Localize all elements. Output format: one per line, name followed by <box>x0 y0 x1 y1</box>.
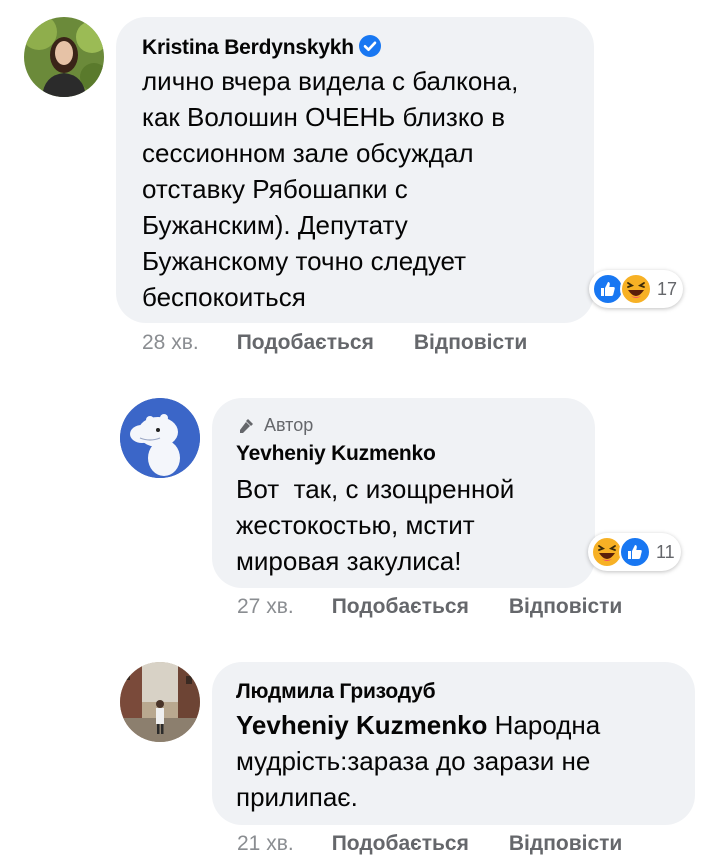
comment-meta: 28 хв. Подобається Відповісти <box>142 331 527 355</box>
avatar-kristina[interactable] <box>24 17 104 97</box>
comment-text-line: мудрість:зараза до зарази не <box>236 746 591 776</box>
author-badge-label: Автор <box>264 415 314 435</box>
comment-text: Yevheniy Kuzmenko Народна мудрість:зараз… <box>236 707 686 815</box>
like-button[interactable]: Подобається <box>332 832 469 856</box>
comment-text-line: жестокостью, мстит <box>236 510 475 540</box>
reaction-summary[interactable]: 17 <box>589 270 684 308</box>
comment-text-line: сессионном зале обсуждал <box>142 138 474 168</box>
comment-text: Вот так, с изощренной жестокостью, мстит… <box>236 471 586 579</box>
avatar-moomin-image <box>120 398 200 478</box>
comment-text-line: отставку Рябошапки с <box>142 174 408 204</box>
like-button[interactable]: Подобається <box>332 595 469 619</box>
mention-link[interactable]: Yevheniy Kuzmenko <box>236 710 487 740</box>
comment-text-line: Вот так, с изощренной <box>236 474 515 504</box>
avatar-yevheniy[interactable] <box>120 398 200 478</box>
verified-badge-icon <box>358 35 381 57</box>
comment-meta: 21 хв. Подобається Відповісти <box>237 832 622 856</box>
avatar-photo <box>120 662 200 742</box>
comment-text-line: беспокоиться <box>142 282 306 312</box>
reply-button[interactable]: Відповісти <box>509 832 622 856</box>
comment-text-fragment: Народна <box>487 710 601 740</box>
comment-time[interactable]: 27 хв. <box>237 595 294 619</box>
comment-author[interactable]: Kristina Berdynskykh <box>142 36 354 59</box>
reaction-count: 17 <box>657 278 678 299</box>
haha-icon <box>620 273 652 305</box>
comment-time[interactable]: 28 хв. <box>142 331 199 355</box>
comment-text-line: лично вчера видела с балкона, <box>142 66 519 96</box>
comment-text-line: мировая закулиса! <box>236 546 462 576</box>
like-icon <box>619 536 651 568</box>
avatar-photo <box>24 17 104 97</box>
comment-author-row: Kristina Berdynskykh <box>142 34 382 60</box>
comment-text-line: как Волошин ОЧЕНЬ близко в <box>142 102 506 132</box>
reaction-count: 11 <box>656 541 675 562</box>
comment-meta: 27 хв. Подобається Відповісти <box>237 595 622 619</box>
comment-text-line: Бужанскому точно следует <box>142 246 467 276</box>
like-button[interactable]: Подобається <box>237 331 374 355</box>
comment-text-line: прилипає. <box>236 782 358 812</box>
reply-button[interactable]: Відповісти <box>509 595 622 619</box>
reaction-summary[interactable]: 11 <box>588 533 681 571</box>
comment-bubble: Автор Yevheniy Kuzmenko Вот так, с изощр… <box>212 398 595 588</box>
reply-button[interactable]: Відповісти <box>414 331 527 355</box>
comment-author[interactable]: Людмила Гризодуб <box>236 680 436 704</box>
comment-time[interactable]: 21 хв. <box>237 832 294 856</box>
author-badge: Автор <box>236 415 313 436</box>
comment-bubble: Людмила Гризодуб Yevheniy Kuzmenko Народ… <box>212 662 695 825</box>
comment-text: лично вчера видела с балкона, как Волоши… <box>142 63 582 315</box>
microphone-icon <box>240 418 253 433</box>
avatar-lyudmyla[interactable] <box>120 662 200 742</box>
comment-author[interactable]: Yevheniy Kuzmenko <box>236 442 436 466</box>
comment-bubble: Kristina Berdynskykh лично вчера видела … <box>116 17 594 323</box>
comment-text-line: Yevheniy Kuzmenko Народна <box>236 707 686 743</box>
comment-text-line: Бужанским). Депутату <box>142 210 408 240</box>
